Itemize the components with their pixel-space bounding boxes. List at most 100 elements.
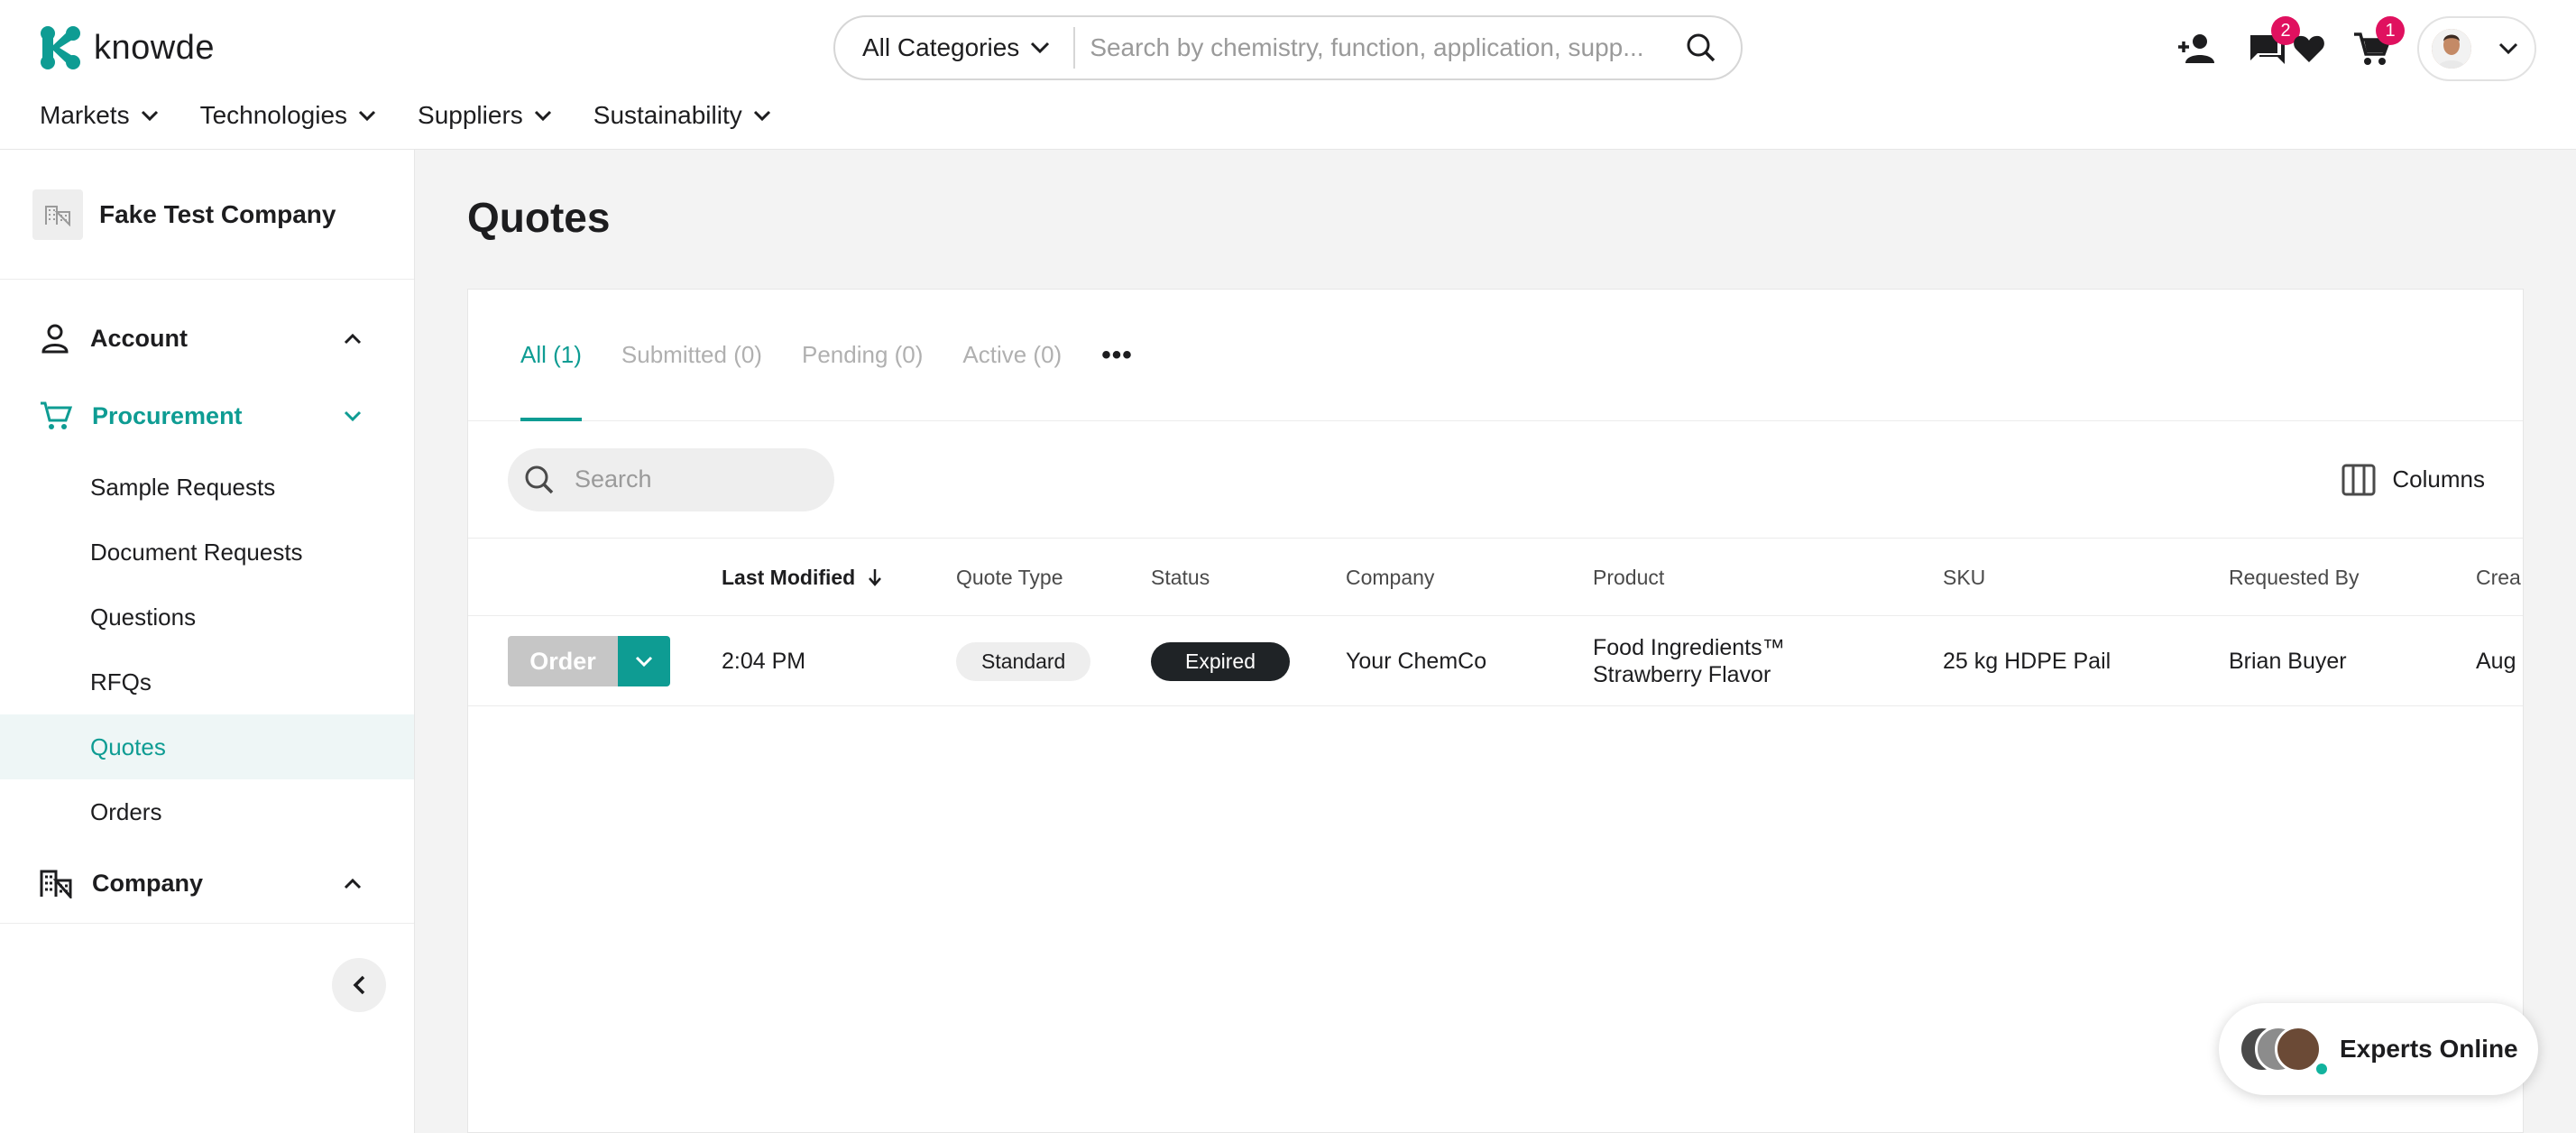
cell-quote-type: Standard — [956, 616, 1091, 706]
knowde-logo[interactable]: knowde — [40, 25, 215, 70]
sidebar-section-procurement[interactable]: Procurement — [0, 377, 414, 455]
header-product[interactable]: Product — [1593, 539, 1664, 616]
heart-icon — [2294, 35, 2324, 62]
page-title: Quotes — [467, 194, 611, 241]
table-toolbar: Search Columns — [468, 421, 2523, 539]
search-icon — [1687, 33, 1716, 62]
cell-sku: 25 kg HDPE Pail — [1943, 648, 2111, 674]
sidebar-item-document-requests[interactable]: Document Requests — [0, 520, 414, 585]
sidebar-section-account[interactable]: Account — [0, 299, 414, 377]
order-button-group: Order — [508, 636, 670, 686]
quote-tabs: All (1) Submitted (0) Pending (0) Active… — [468, 290, 2523, 421]
product-line-1: Food Ingredients™ — [1593, 635, 1785, 660]
experts-avatars — [2239, 1022, 2329, 1076]
user-menu-button[interactable] — [2417, 16, 2536, 81]
knowde-logo-icon — [41, 26, 80, 69]
tab-submitted[interactable]: Submitted (0) — [621, 290, 762, 421]
order-button[interactable]: Order — [508, 636, 618, 686]
messages-button[interactable]: 2 — [2242, 16, 2300, 74]
more-tabs-button[interactable]: ••• — [1101, 290, 1133, 421]
chevron-down-icon — [635, 656, 653, 667]
invite-user-button[interactable] — [2172, 23, 2222, 74]
cell-company: Your ChemCo — [1346, 648, 1487, 674]
global-search-bar: All Categories Search by chemistry, func… — [833, 15, 1743, 80]
table-search-input[interactable]: Search — [508, 447, 834, 511]
sidebar-item-rfqs[interactable]: RFQs — [0, 649, 414, 714]
cart-button[interactable]: 1 — [2347, 16, 2405, 74]
columns-icon — [2341, 464, 2376, 495]
sidebar-section-label: Company — [92, 870, 204, 897]
chevron-up-icon — [344, 878, 362, 889]
columns-button[interactable]: Columns — [2341, 464, 2485, 496]
category-dropdown[interactable]: All Categories — [835, 27, 1076, 69]
header-status[interactable]: Status — [1151, 539, 1210, 616]
product-line-2: Strawberry Flavor — [1593, 662, 1771, 687]
experts-online-label: Experts Online — [2340, 1035, 2518, 1063]
sidebar: Fake Test Company Account Procurement Sa… — [0, 150, 415, 1133]
top-header: knowde All Categories Search by chemistr… — [0, 0, 2576, 150]
chevron-up-icon — [344, 333, 362, 344]
brand-name: knowde — [94, 28, 215, 67]
table-search-placeholder: Search — [575, 465, 652, 493]
favorites-button[interactable] — [2291, 23, 2327, 74]
cell-created: Aug — [2476, 648, 2516, 674]
company-name: Fake Test Company — [99, 199, 336, 228]
nav-markets[interactable]: Markets — [40, 101, 159, 130]
cell-product: Food Ingredients™ Strawberry Flavor — [1593, 616, 1785, 706]
avatar — [2432, 29, 2471, 69]
chevron-down-icon — [753, 110, 770, 121]
header-requested-by[interactable]: Requested By — [2229, 539, 2359, 616]
header-quote-type[interactable]: Quote Type — [956, 539, 1063, 616]
header-last-modified[interactable]: Last Modified — [722, 539, 882, 616]
main-nav: Markets Technologies Suppliers Sustainab… — [40, 101, 771, 130]
table-header: Last Modified Quote Type Status Company … — [468, 539, 2523, 616]
row-actions: Order — [508, 616, 670, 706]
search-button[interactable] — [1674, 21, 1728, 75]
sidebar-section-label: Account — [90, 324, 188, 352]
tab-all[interactable]: All (1) — [520, 290, 582, 421]
nav-sustainability[interactable]: Sustainability — [593, 101, 771, 130]
cell-last-modified: 2:04 PM — [722, 648, 806, 674]
sidebar-item-quotes[interactable]: Quotes — [0, 714, 414, 779]
person-icon — [41, 324, 69, 354]
company-switcher[interactable]: Fake Test Company — [0, 150, 414, 280]
tab-active[interactable]: Active (0) — [962, 290, 1062, 421]
collapse-sidebar-button[interactable] — [332, 958, 386, 1012]
sidebar-item-orders[interactable]: Orders — [0, 779, 414, 844]
chevron-down-icon — [534, 110, 551, 121]
chevron-down-icon — [141, 110, 158, 121]
nav-technologies[interactable]: Technologies — [200, 101, 376, 130]
quote-type-badge: Standard — [956, 641, 1091, 681]
sidebar-item-questions[interactable]: Questions — [0, 585, 414, 649]
company-building-icon — [32, 189, 83, 240]
quotes-card: All (1) Submitted (0) Pending (0) Active… — [467, 289, 2524, 1133]
header-company[interactable]: Company — [1346, 539, 1434, 616]
nav-suppliers[interactable]: Suppliers — [418, 101, 552, 130]
chevron-down-icon — [358, 110, 376, 121]
order-dropdown-button[interactable] — [618, 636, 670, 686]
chevron-down-icon — [344, 410, 362, 421]
search-icon — [525, 465, 554, 493]
cell-status: Expired — [1151, 616, 1290, 706]
cart-icon — [41, 401, 72, 429]
header-sku[interactable]: SKU — [1943, 539, 1985, 616]
status-badge: Expired — [1151, 641, 1290, 681]
online-indicator — [2314, 1062, 2329, 1076]
sidebar-item-sample-requests[interactable]: Sample Requests — [0, 455, 414, 520]
chevron-down-icon — [1031, 41, 1050, 54]
global-search-input[interactable]: Search by chemistry, function, applicati… — [1075, 33, 1674, 62]
columns-label: Columns — [2392, 465, 2485, 493]
experts-online-widget[interactable]: Experts Online — [2219, 1003, 2538, 1095]
sidebar-section-label: Procurement — [92, 401, 243, 429]
tab-pending[interactable]: Pending (0) — [802, 290, 923, 421]
sidebar-section-company[interactable]: Company — [0, 844, 414, 924]
table-row[interactable]: Order 2:04 PM Standard Expired Your Chem… — [468, 616, 2523, 706]
category-label: All Categories — [862, 33, 1020, 61]
add-person-icon — [2178, 34, 2214, 63]
header-actions: 2 1 — [2172, 16, 2536, 81]
chevron-down-icon — [2498, 42, 2518, 55]
arrow-down-icon — [869, 569, 882, 586]
building-icon — [40, 870, 72, 898]
cell-requested-by: Brian Buyer — [2229, 648, 2347, 674]
header-created[interactable]: Crea — [2476, 539, 2521, 616]
